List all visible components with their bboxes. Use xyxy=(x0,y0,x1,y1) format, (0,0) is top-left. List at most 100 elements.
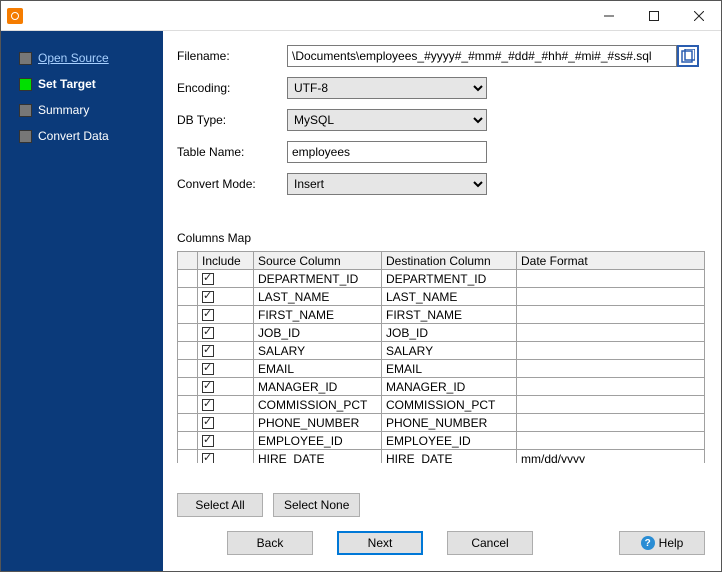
col-header-dest[interactable]: Destination Column xyxy=(382,252,517,270)
checkbox-icon[interactable] xyxy=(202,399,214,411)
checkbox-icon[interactable] xyxy=(202,363,214,375)
dest-cell[interactable]: COMMISSION_PCT xyxy=(382,396,517,414)
filename-input[interactable] xyxy=(287,45,677,67)
row-header[interactable] xyxy=(178,414,198,432)
row-header[interactable] xyxy=(178,342,198,360)
checkbox-icon[interactable] xyxy=(202,453,214,463)
table-row[interactable]: EMPLOYEE_IDEMPLOYEE_ID xyxy=(178,432,705,450)
source-cell[interactable]: COMMISSION_PCT xyxy=(254,396,382,414)
dest-cell[interactable]: SALARY xyxy=(382,342,517,360)
browse-file-button[interactable] xyxy=(677,45,699,67)
datefmt-cell[interactable] xyxy=(517,288,705,306)
tablename-input[interactable] xyxy=(287,141,487,163)
dbtype-select[interactable]: MySQL xyxy=(287,109,487,131)
col-header-include[interactable]: Include xyxy=(198,252,254,270)
checkbox-icon[interactable] xyxy=(202,327,214,339)
include-cell[interactable] xyxy=(198,306,254,324)
table-row[interactable]: SALARYSALARY xyxy=(178,342,705,360)
checkbox-icon[interactable] xyxy=(202,291,214,303)
convertmode-select[interactable]: Insert xyxy=(287,173,487,195)
col-header-source[interactable]: Source Column xyxy=(254,252,382,270)
dest-cell[interactable]: JOB_ID xyxy=(382,324,517,342)
source-cell[interactable]: SALARY xyxy=(254,342,382,360)
checkbox-icon[interactable] xyxy=(202,309,214,321)
row-header[interactable] xyxy=(178,288,198,306)
row-header[interactable] xyxy=(178,378,198,396)
datefmt-cell[interactable] xyxy=(517,378,705,396)
include-cell[interactable] xyxy=(198,414,254,432)
include-cell[interactable] xyxy=(198,378,254,396)
row-header[interactable] xyxy=(178,306,198,324)
table-row[interactable]: JOB_IDJOB_ID xyxy=(178,324,705,342)
table-row[interactable]: FIRST_NAMEFIRST_NAME xyxy=(178,306,705,324)
include-cell[interactable] xyxy=(198,270,254,288)
dest-cell[interactable]: EMAIL xyxy=(382,360,517,378)
include-cell[interactable] xyxy=(198,450,254,464)
source-cell[interactable]: EMAIL xyxy=(254,360,382,378)
table-row[interactable]: PHONE_NUMBERPHONE_NUMBER xyxy=(178,414,705,432)
sidebar-item-set-target[interactable]: Set Target xyxy=(1,71,163,97)
back-button[interactable]: Back xyxy=(227,531,313,555)
table-row[interactable]: DEPARTMENT_IDDEPARTMENT_ID xyxy=(178,270,705,288)
next-button[interactable]: Next xyxy=(337,531,423,555)
dest-cell[interactable]: DEPARTMENT_ID xyxy=(382,270,517,288)
help-button[interactable]: ? Help xyxy=(619,531,705,555)
row-header[interactable] xyxy=(178,270,198,288)
row-header[interactable] xyxy=(178,432,198,450)
row-header[interactable] xyxy=(178,450,198,464)
source-cell[interactable]: EMPLOYEE_ID xyxy=(254,432,382,450)
row-header[interactable] xyxy=(178,324,198,342)
datefmt-cell[interactable] xyxy=(517,324,705,342)
include-cell[interactable] xyxy=(198,342,254,360)
include-cell[interactable] xyxy=(198,288,254,306)
dest-cell[interactable]: EMPLOYEE_ID xyxy=(382,432,517,450)
source-cell[interactable]: JOB_ID xyxy=(254,324,382,342)
datefmt-cell[interactable] xyxy=(517,432,705,450)
table-row[interactable]: COMMISSION_PCTCOMMISSION_PCT xyxy=(178,396,705,414)
select-none-button[interactable]: Select None xyxy=(273,493,360,517)
checkbox-icon[interactable] xyxy=(202,381,214,393)
dest-cell[interactable]: MANAGER_ID xyxy=(382,378,517,396)
source-cell[interactable]: LAST_NAME xyxy=(254,288,382,306)
include-cell[interactable] xyxy=(198,360,254,378)
source-cell[interactable]: FIRST_NAME xyxy=(254,306,382,324)
dest-cell[interactable]: LAST_NAME xyxy=(382,288,517,306)
table-row[interactable]: EMAILEMAIL xyxy=(178,360,705,378)
checkbox-icon[interactable] xyxy=(202,435,214,447)
include-cell[interactable] xyxy=(198,324,254,342)
select-all-button[interactable]: Select All xyxy=(177,493,263,517)
datefmt-cell[interactable] xyxy=(517,270,705,288)
datefmt-cell[interactable] xyxy=(517,396,705,414)
encoding-select[interactable]: UTF-8 xyxy=(287,77,487,99)
table-row[interactable]: HIRE_DATEHIRE_DATEmm/dd/yyyy xyxy=(178,450,705,464)
datefmt-cell[interactable] xyxy=(517,414,705,432)
dest-cell[interactable]: FIRST_NAME xyxy=(382,306,517,324)
sidebar-item-convert-data[interactable]: Convert Data xyxy=(1,123,163,149)
dest-cell[interactable]: PHONE_NUMBER xyxy=(382,414,517,432)
minimize-button[interactable] xyxy=(586,1,631,31)
source-cell[interactable]: PHONE_NUMBER xyxy=(254,414,382,432)
datefmt-cell[interactable]: mm/dd/yyyy xyxy=(517,450,705,464)
close-button[interactable] xyxy=(676,1,721,31)
checkbox-icon[interactable] xyxy=(202,273,214,285)
row-header[interactable] xyxy=(178,360,198,378)
include-cell[interactable] xyxy=(198,432,254,450)
col-header-datefmt[interactable]: Date Format xyxy=(517,252,705,270)
sidebar-item-summary[interactable]: Summary xyxy=(1,97,163,123)
source-cell[interactable]: MANAGER_ID xyxy=(254,378,382,396)
table-row[interactable]: LAST_NAMELAST_NAME xyxy=(178,288,705,306)
sidebar-item-open-source[interactable]: Open Source xyxy=(1,45,163,71)
table-row[interactable]: MANAGER_IDMANAGER_ID xyxy=(178,378,705,396)
datefmt-cell[interactable] xyxy=(517,360,705,378)
checkbox-icon[interactable] xyxy=(202,345,214,357)
maximize-button[interactable] xyxy=(631,1,676,31)
datefmt-cell[interactable] xyxy=(517,342,705,360)
source-cell[interactable]: DEPARTMENT_ID xyxy=(254,270,382,288)
row-header[interactable] xyxy=(178,396,198,414)
checkbox-icon[interactable] xyxy=(202,417,214,429)
datefmt-cell[interactable] xyxy=(517,306,705,324)
dest-cell[interactable]: HIRE_DATE xyxy=(382,450,517,464)
source-cell[interactable]: HIRE_DATE xyxy=(254,450,382,464)
include-cell[interactable] xyxy=(198,396,254,414)
cancel-button[interactable]: Cancel xyxy=(447,531,533,555)
